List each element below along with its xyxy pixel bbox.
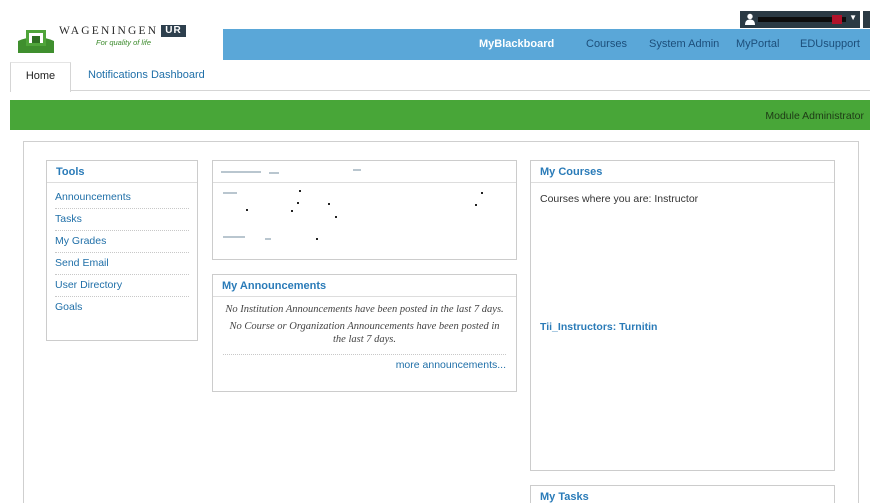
user-menu[interactable]: ▼ [740, 11, 860, 28]
redacted-mark [832, 15, 842, 24]
more-announcements-link[interactable]: more announcements... [223, 354, 506, 371]
redaction-speck [335, 216, 337, 218]
nav-courses[interactable]: Courses [586, 38, 627, 50]
logo-ur-badge: UR [161, 25, 186, 37]
course-announcements-message: No Course or Organization Announcements … [229, 321, 500, 345]
redacted-line-blur [223, 192, 237, 194]
page-tabs: Home Notifications Dashboard [10, 62, 870, 92]
tools-link-goals[interactable]: Goals [55, 297, 189, 319]
redaction-speck [475, 204, 477, 206]
tools-module: Tools Announcements Tasks My Grades Send… [46, 160, 198, 341]
tools-list: Announcements Tasks My Grades Send Email… [47, 183, 197, 319]
institution-announcements-message: No Institution Announcements have been p… [225, 304, 504, 315]
redacted-line-blur [265, 238, 271, 240]
redacted-line-blur [223, 236, 245, 238]
user-icon [745, 13, 755, 25]
tab-home[interactable]: Home [10, 62, 71, 92]
role-bar: Module Administrator [10, 100, 870, 130]
wur-logo-icon [18, 30, 54, 53]
announcements-title: My Announcements [213, 275, 516, 297]
nav-edusupport[interactable]: EDUsupport [800, 38, 860, 50]
header-extra-button[interactable] [863, 11, 870, 28]
tasks-title: My Tasks [531, 486, 834, 503]
redacted-module [212, 160, 517, 260]
redaction-speck [246, 209, 248, 211]
nav-myblackboard[interactable]: MyBlackboard [479, 38, 554, 50]
tools-title: Tools [47, 161, 197, 183]
announcements-module: My Announcements No Institution Announce… [212, 274, 517, 392]
tools-link-send-email[interactable]: Send Email [55, 253, 189, 275]
redaction-speck [316, 238, 318, 240]
courses-module: My Courses Courses where you are: Instru… [530, 160, 835, 471]
redacted-title-blur [353, 169, 361, 171]
tasks-module: My Tasks [530, 485, 835, 503]
redaction-speck [299, 190, 301, 192]
redacted-title-blur [269, 172, 279, 174]
redacted-module-header [213, 161, 516, 183]
nav-myportal[interactable]: MyPortal [736, 38, 779, 50]
redaction-speck [291, 210, 293, 212]
redaction-speck [481, 192, 483, 194]
tab-notifications-dashboard[interactable]: Notifications Dashboard [88, 62, 205, 91]
tools-link-announcements[interactable]: Announcements [55, 187, 189, 209]
logo-wordmark: WAGENINGEN UR [59, 25, 186, 37]
redacted-title-blur [221, 171, 261, 173]
redaction-speck [328, 203, 330, 205]
courses-role-subtitle: Courses where you are: Instructor [540, 193, 699, 205]
tools-link-user-directory[interactable]: User Directory [55, 275, 189, 297]
course-link-turnitin[interactable]: Tii_Instructors: Turnitin [540, 321, 657, 333]
tools-link-tasks[interactable]: Tasks [55, 209, 189, 231]
wageningen-logo[interactable]: WAGENINGEN UR For quality of life [18, 24, 218, 54]
top-navigation: MyBlackboard Courses System Admin MyPort… [223, 29, 870, 60]
logo-tagline: For quality of life [96, 38, 152, 47]
courses-title: My Courses [531, 161, 834, 183]
nav-system-admin[interactable]: System Admin [649, 38, 719, 50]
chevron-down-icon: ▼ [849, 13, 857, 22]
redaction-speck [297, 202, 299, 204]
tools-link-my-grades[interactable]: My Grades [55, 231, 189, 253]
role-label: Module Administrator [765, 110, 864, 122]
